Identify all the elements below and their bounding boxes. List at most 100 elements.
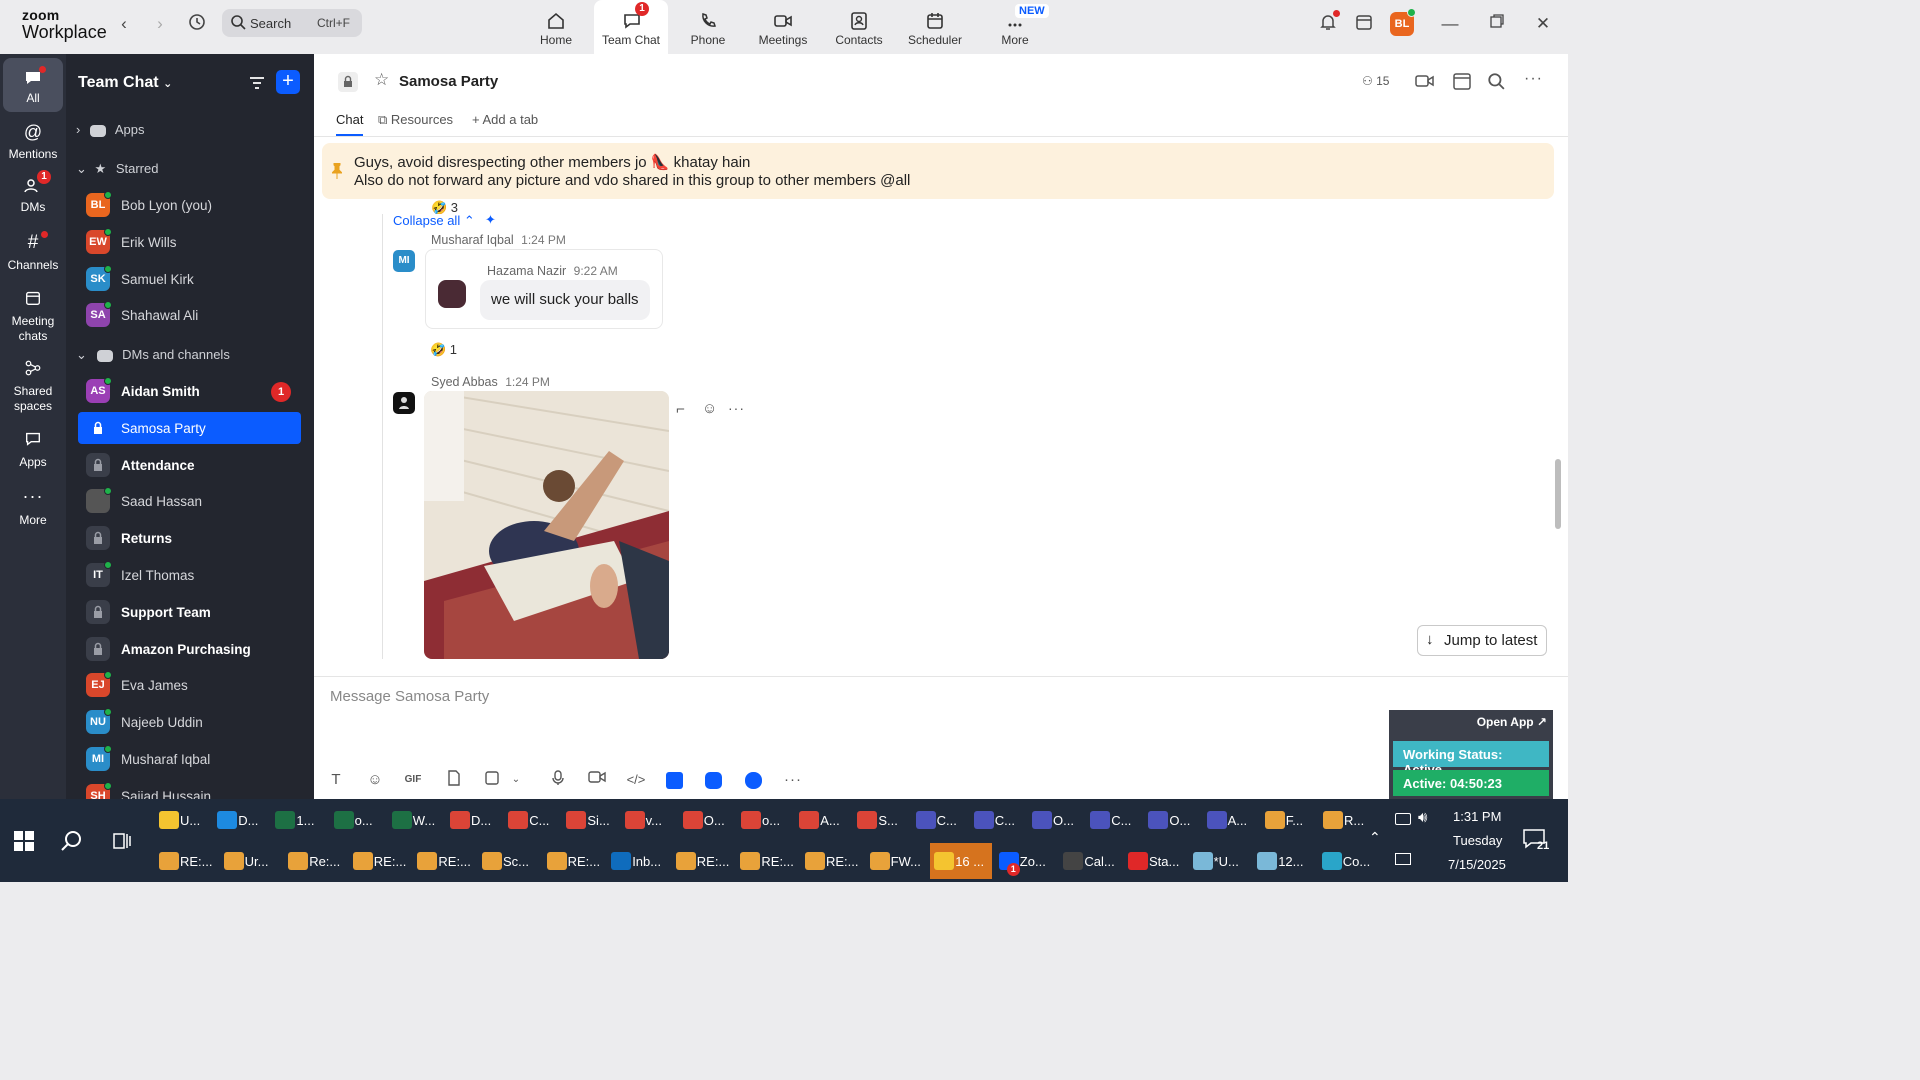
taskbar-app[interactable]: RE:...	[543, 843, 605, 879]
chat-list-item[interactable]: SA Shahawal Ali	[78, 299, 301, 331]
taskbar-app[interactable]: Inb...	[607, 843, 669, 879]
star-outline-icon[interactable]: ☆	[374, 70, 389, 90]
network-icon[interactable]	[1395, 853, 1411, 865]
section-dms-and-channels[interactable]: ⌄ DMs and channels	[76, 347, 230, 363]
taskbar-app[interactable]: O...	[1144, 802, 1200, 838]
taskbar-app[interactable]: C...	[970, 802, 1026, 838]
taskbar-app[interactable]: Sta...	[1124, 843, 1186, 879]
task-view-icon[interactable]	[112, 831, 132, 856]
message-avatar[interactable]	[393, 392, 415, 414]
sidebar-title[interactable]: Team Chat ⌄	[78, 74, 172, 92]
chat-list-item[interactable]: AS Aidan Smith 1	[78, 375, 301, 407]
taskbar-app[interactable]: O...	[1028, 802, 1084, 838]
taskbar-app[interactable]: RE:...	[349, 843, 411, 879]
back-icon[interactable]: ‹	[112, 12, 136, 36]
scrollbar-thumb[interactable]	[1555, 459, 1561, 529]
chat-list-item[interactable]: Samosa Party	[78, 411, 301, 444]
search-in-channel-icon[interactable]	[1487, 72, 1505, 95]
close-icon[interactable]: ✕	[1531, 12, 1555, 36]
taskbar-app[interactable]: FW...	[866, 843, 928, 879]
chat-list-item[interactable]: Support Team	[78, 596, 301, 628]
taskbar-app[interactable]: F...	[1261, 802, 1317, 838]
calendar-icon[interactable]	[1352, 12, 1376, 36]
rail-more[interactable]: ··· More	[3, 486, 63, 527]
windows-start-icon[interactable]	[14, 831, 34, 856]
app-icon-2[interactable]	[705, 772, 722, 789]
microphone-icon[interactable]	[548, 770, 568, 790]
chat-list-item[interactable]: Amazon Purchasing	[78, 633, 301, 665]
tab-resources[interactable]: ⧉ Resources	[378, 112, 453, 128]
screenshot-icon[interactable]	[482, 770, 502, 790]
rail-shared-spaces[interactable]: Shared spaces	[3, 359, 63, 414]
sender-name[interactable]: Musharaf Iqbal	[431, 233, 514, 247]
battery-icon[interactable]	[1395, 813, 1411, 825]
minimize-icon[interactable]: —	[1438, 12, 1462, 36]
video-call-icon[interactable]	[1415, 72, 1435, 95]
app-icon-3[interactable]	[745, 772, 762, 789]
reply-icon[interactable]: ⌐	[676, 401, 685, 418]
taskbar-app[interactable]: 12...	[1253, 843, 1315, 879]
taskbar-app[interactable]: RE:...	[801, 843, 863, 879]
filter-icon[interactable]	[247, 73, 267, 93]
nav-contacts[interactable]: Contacts	[821, 0, 897, 54]
app-icon-1[interactable]	[666, 772, 683, 789]
gif-icon[interactable]: GIF	[403, 770, 423, 790]
pinned-message-banner[interactable]: Guys, avoid disrespecting other members …	[322, 143, 1554, 199]
taskbar-app[interactable]: D...	[446, 802, 502, 838]
rail-channels[interactable]: # Channels	[3, 231, 63, 272]
compose-plus-button[interactable]: +	[276, 70, 300, 94]
rail-meeting-chats[interactable]: Meeting chats	[3, 289, 63, 344]
format-text-icon[interactable]: T	[326, 770, 346, 790]
taskbar-search-icon[interactable]	[60, 829, 84, 858]
chat-list-item[interactable]: BL Bob Lyon (you)	[78, 189, 301, 221]
section-apps[interactable]: › Apps	[76, 122, 145, 137]
chat-list-item[interactable]: EJ Eva James	[78, 669, 301, 701]
clock-time[interactable]: 1:31 PM	[1453, 809, 1501, 824]
taskbar-app[interactable]: o...	[737, 802, 793, 838]
taskbar-app[interactable]: C...	[912, 802, 968, 838]
emoji-icon[interactable]: ☺	[365, 770, 385, 790]
nav-team-chat[interactable]: 1 Team Chat	[594, 0, 668, 54]
open-app-button[interactable]: Open App ↗	[1477, 715, 1547, 729]
history-icon[interactable]	[185, 12, 209, 36]
taskbar-app[interactable]: Re:...	[284, 843, 346, 879]
rail-apps[interactable]: Apps	[3, 430, 63, 469]
nav-more[interactable]: NEW More	[977, 0, 1053, 54]
taskbar-app[interactable]: A...	[1203, 802, 1259, 838]
chat-list-item[interactable]: Saad Hassan	[78, 485, 301, 517]
taskbar-app[interactable]: 1...	[271, 802, 327, 838]
taskbar-app[interactable]: *U...	[1189, 843, 1251, 879]
taskbar-app[interactable]: D...	[213, 802, 269, 838]
taskbar-app[interactable]: S...	[853, 802, 909, 838]
chevron-down-icon[interactable]: ⌄	[506, 770, 526, 790]
taskbar-app[interactable]: U...	[155, 802, 211, 838]
taskbar-app[interactable]: W...	[388, 802, 444, 838]
jump-to-latest-button[interactable]: ↓ Jump to latest	[1417, 625, 1547, 656]
more-options-icon[interactable]: ···	[1524, 70, 1543, 88]
taskbar-app[interactable]: Cal...	[1059, 843, 1121, 879]
nav-phone[interactable]: Phone	[670, 0, 746, 54]
taskbar-app[interactable]: RE:...	[413, 843, 475, 879]
rail-mentions[interactable]: @ Mentions	[3, 122, 63, 161]
image-attachment[interactable]	[424, 391, 669, 659]
reaction-chip[interactable]: 🤣 1	[430, 342, 457, 358]
chat-list-item[interactable]: MI Musharaf Iqbal	[78, 743, 301, 775]
nav-scheduler[interactable]: Scheduler	[897, 0, 973, 54]
code-icon[interactable]: </>	[626, 770, 646, 790]
search-box[interactable]: Search Ctrl+F	[222, 9, 362, 37]
reaction-top[interactable]: 🤣 3	[431, 200, 458, 214]
taskbar-app[interactable]: o...	[330, 802, 386, 838]
taskbar-app[interactable]: A...	[795, 802, 851, 838]
taskbar-app[interactable]: v...	[621, 802, 677, 838]
nav-meetings[interactable]: Meetings	[745, 0, 821, 54]
taskbar-app[interactable]: Sc...	[478, 843, 540, 879]
file-icon[interactable]	[444, 770, 464, 790]
tab-chat[interactable]: Chat	[336, 112, 364, 136]
taskbar-app[interactable]: RE:...	[736, 843, 798, 879]
message-more-icon[interactable]: ···	[728, 400, 745, 416]
section-starred[interactable]: ⌄ ★ Starred	[76, 161, 158, 177]
chat-list-item[interactable]: SH Sajjad Hussain	[78, 780, 301, 799]
chat-list-item[interactable]: SK Samuel Kirk	[78, 263, 301, 295]
sender-name[interactable]: Syed Abbas	[431, 375, 498, 389]
taskbar-app[interactable]: R...	[1319, 802, 1375, 838]
